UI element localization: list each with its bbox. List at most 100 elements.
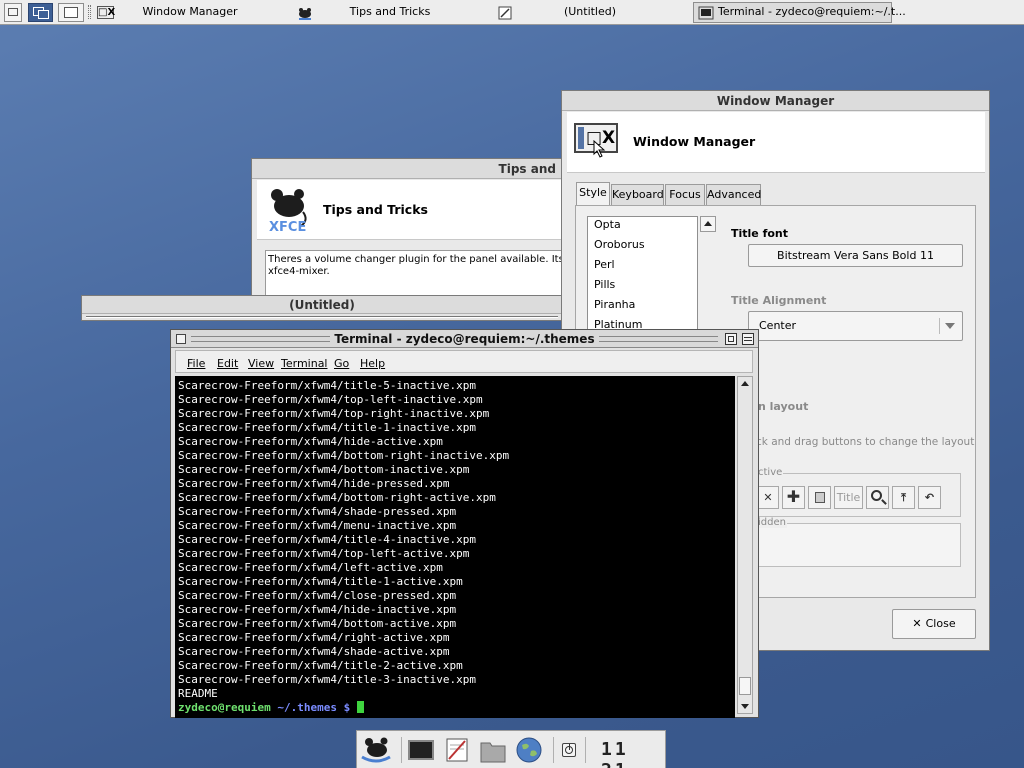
terminal-icon (698, 6, 714, 20)
untitled-titlebar[interactable]: (Untitled) (82, 296, 562, 314)
theme-list[interactable]: Opta Oroborus Perl Pills Piranha Platinu… (587, 216, 698, 336)
terminal-line: README (178, 687, 218, 700)
tips-text-line: Theres a volume changer plugin for the p… (268, 254, 562, 265)
menu-file[interactable]: File (187, 357, 205, 370)
list-item[interactable]: Pills (594, 275, 615, 295)
prompt-user: zydeco@requiem (178, 701, 271, 714)
list-item[interactable]: Piranha (594, 295, 635, 315)
close-icon: ✕ (912, 617, 922, 630)
scrollbar-thumb[interactable] (739, 677, 751, 695)
title-layout-button[interactable]: Title (834, 486, 863, 509)
scroll-down-icon[interactable] (741, 704, 749, 709)
terminal-line: Scarecrow-Freeform/xfwm4/title-5-inactiv… (178, 379, 477, 392)
terminal-window: Terminal - zydeco@requiem:~/.themes File… (170, 329, 759, 718)
terminal-line: Scarecrow-Freeform/xfwm4/close-pressed.x… (178, 589, 457, 602)
close-button-label: Close (925, 617, 956, 630)
menu-go-label: Go (334, 357, 350, 370)
desktop-switcher-1[interactable] (4, 3, 22, 22)
tab-advanced[interactable]: Advanced (706, 184, 761, 206)
menu-go[interactable]: Go (334, 357, 349, 370)
menu-terminal[interactable]: Terminal (281, 357, 328, 370)
task-window-manager[interactable]: □X Window Manager (95, 2, 285, 23)
desktop-switcher-2[interactable] (28, 3, 53, 22)
task-label: Tips and Tricks (349, 5, 431, 18)
prompt-symbol: $ (336, 701, 357, 714)
tips-and-tricks-window: Tips and XFCE Tips and Tricks Theres a v… (251, 158, 563, 298)
panel-separator (553, 737, 554, 763)
terminal-scrollbar[interactable] (737, 376, 753, 714)
power-icon[interactable] (562, 743, 576, 757)
undo-icon[interactable]: ↶ (918, 486, 941, 509)
terminal-line: Scarecrow-Freeform/xfwm4/hide-inactive.x… (178, 603, 457, 616)
terminal-line: Scarecrow-Freeform/xfwm4/bottom-active.x… (178, 617, 457, 630)
hidden-frame-label: idden (757, 517, 787, 528)
stick-icon[interactable] (725, 333, 737, 345)
theme-list-scroll-up[interactable] (700, 216, 716, 232)
maximize-icon[interactable]: ✚ (782, 486, 805, 509)
task-untitled[interactable]: (Untitled) (495, 2, 685, 23)
title-alignment-select[interactable]: Center (748, 311, 963, 341)
menu-terminal-label: Terminal (281, 357, 328, 370)
menu-view[interactable]: View (248, 357, 274, 370)
clock[interactable]: 11 21 (601, 739, 665, 768)
taskbar: □X Window Manager Tips and Tricks (Untit… (0, 0, 1024, 25)
menu-help[interactable]: Help (360, 357, 385, 370)
xfce-logo-text: XFCE (269, 220, 306, 234)
folder-icon[interactable] (480, 739, 506, 763)
terminal-line: Scarecrow-Freeform/xfwm4/hide-pressed.xp… (178, 477, 450, 490)
terminal-line: Scarecrow-Freeform/xfwm4/bottom-inactive… (178, 463, 470, 476)
scroll-up-icon[interactable] (741, 381, 749, 386)
terminal-line: Scarecrow-Freeform/xfwm4/right-active.xp… (178, 631, 450, 644)
task-label: Terminal - zydeco@requiem:~/.t... (718, 5, 906, 18)
tips-text-area[interactable]: Theres a volume changer plugin for the p… (265, 250, 562, 298)
tab-keyboard[interactable]: Keyboard (611, 184, 664, 206)
tab-style[interactable]: Style (576, 182, 610, 206)
text-editor-icon[interactable] (444, 737, 470, 763)
shade-icon[interactable] (742, 333, 754, 345)
terminal-line: Scarecrow-Freeform/xfwm4/menu-inactive.x… (178, 519, 457, 532)
list-item[interactable]: Opta (594, 217, 621, 235)
list-item[interactable]: Oroborus (594, 235, 645, 255)
desktop-switcher-3[interactable] (58, 3, 84, 22)
shade-icon[interactable]: ⤒ (892, 486, 915, 509)
terminal-launcher-icon[interactable] (408, 740, 434, 760)
terminal-line: Scarecrow-Freeform/xfwm4/top-left-active… (178, 547, 470, 560)
terminal-line: Scarecrow-Freeform/xfwm4/left-active.xpm (178, 561, 443, 574)
zoom-icon[interactable] (866, 486, 889, 509)
terminal-lines: Scarecrow-Freeform/xfwm4/title-5-inactiv… (178, 379, 735, 701)
xfce-logo-icon: XFCE (269, 189, 307, 234)
list-item[interactable]: Perl (594, 255, 615, 275)
title-font-button[interactable]: Bitstream Vera Sans Bold 11 (748, 244, 963, 267)
task-terminal[interactable]: Terminal - zydeco@requiem:~/.t... (693, 2, 906, 23)
close-icon[interactable]: ✕ (757, 486, 779, 509)
stick-icon[interactable] (808, 486, 831, 509)
terminal-output[interactable]: Scarecrow-Freeform/xfwm4/title-5-inactiv… (175, 376, 735, 718)
terminal-line: Scarecrow-Freeform/xfwm4/hide-active.xpm (178, 435, 443, 448)
untitled-window: (Untitled) (81, 295, 563, 321)
tips-titlebar[interactable]: Tips and (252, 159, 562, 179)
tips-text-line: xfce4-mixer. (268, 266, 330, 277)
terminal-line: Scarecrow-Freeform/xfwm4/title-1-inactiv… (178, 421, 477, 434)
menu-edit-label: Edit (217, 357, 239, 370)
bottom-panel: 11 21 (356, 730, 666, 768)
terminal-prompt: zydeco@requiem ~/.themes $ (178, 701, 735, 715)
terminal-titlebar[interactable]: Terminal - zydeco@requiem:~/.themes (171, 330, 758, 348)
text-cursor (356, 701, 364, 713)
web-browser-icon[interactable] (515, 736, 543, 764)
task-tips-and-tricks[interactable]: Tips and Tricks (295, 2, 485, 23)
terminal-line: Scarecrow-Freeform/xfwm4/top-left-inacti… (178, 393, 483, 406)
cursor-icon (593, 140, 606, 158)
prompt-path: ~/.themes (270, 701, 337, 714)
terminal-line: Scarecrow-Freeform/xfwm4/bottom-right-in… (178, 449, 510, 462)
hidden-buttons-frame: idden (750, 517, 961, 567)
terminal-line: Scarecrow-Freeform/xfwm4/title-2-active.… (178, 659, 463, 672)
xfce-menu-icon[interactable] (360, 735, 392, 765)
title-alignment-value: Center (759, 319, 797, 332)
wm-header-title: Window Manager (633, 134, 756, 149)
terminal-line: Scarecrow-Freeform/xfwm4/title-4-inactiv… (178, 533, 477, 546)
tab-focus[interactable]: Focus (665, 184, 705, 206)
task-label: (Untitled) (563, 5, 617, 18)
wm-titlebar[interactable]: Window Manager (562, 91, 989, 111)
menu-edit[interactable]: Edit (217, 357, 238, 370)
close-button[interactable]: ✕ Close (892, 609, 976, 639)
